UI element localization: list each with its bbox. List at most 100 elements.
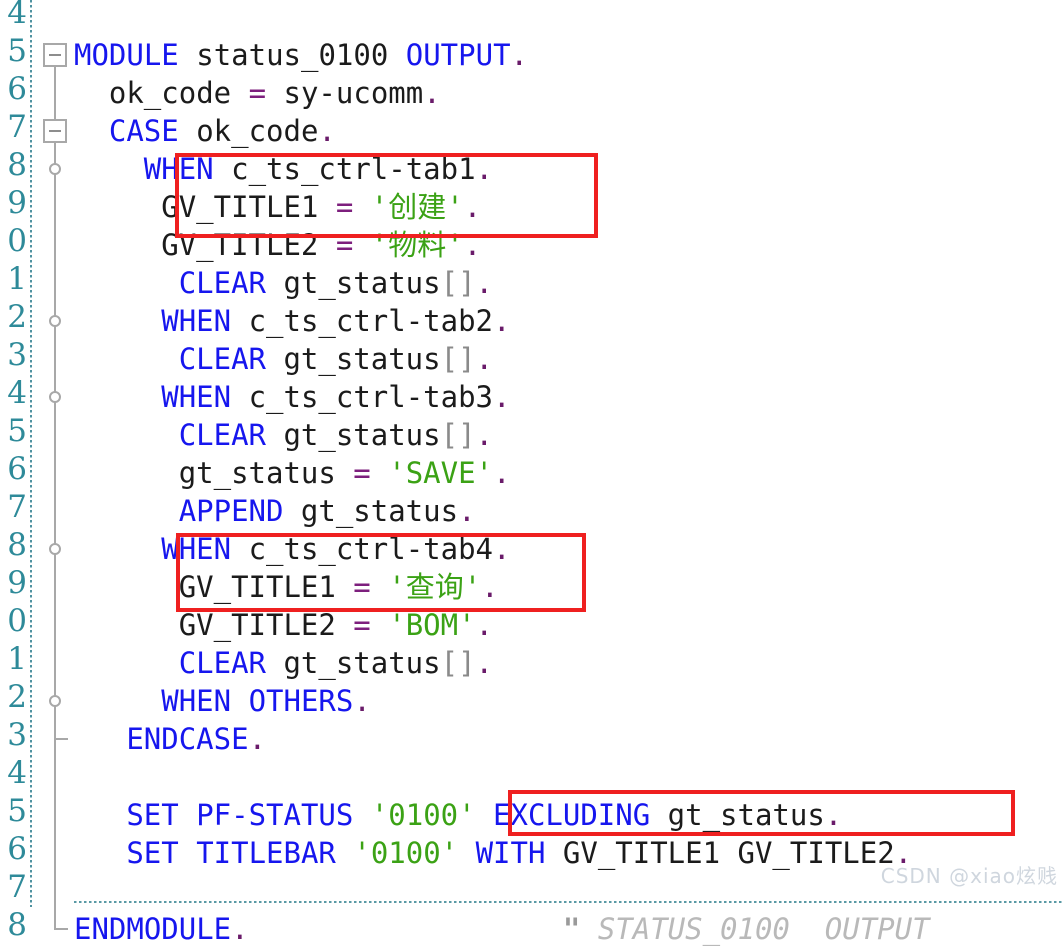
code-token: gt_status (283, 646, 441, 680)
code-token: = (335, 190, 354, 224)
code-token: . (248, 722, 267, 756)
fold-branch-icon[interactable] (49, 391, 61, 403)
code-token: = (335, 228, 354, 262)
code-token: gt_status (178, 456, 336, 490)
code-token: STATUS_0100 OUTPUT (580, 912, 930, 946)
code-line[interactable]: WHEN c_ts_ctrl-tab1. (144, 150, 493, 188)
fold-collapse-icon[interactable] (43, 119, 67, 143)
fold-branch-icon[interactable] (49, 163, 61, 175)
code-token: SET (126, 798, 179, 832)
line-number: 6 (7, 831, 27, 867)
fold-end-icon (54, 928, 68, 930)
code-token: gt_status (300, 494, 459, 528)
code-token: c_ts_ctrl-tab4 (248, 532, 493, 566)
code-line[interactable]: ENDMODULE. " STATUS_0100 OUTPUT (74, 910, 930, 948)
code-token: sy-ucomm (283, 76, 424, 110)
code-line[interactable]: APPEND gt_status. (179, 492, 476, 530)
code-line[interactable]: WHEN c_ts_ctrl-tab4. (161, 530, 510, 568)
code-token: c_ts_ctrl-tab3 (248, 380, 493, 414)
code-token: . (463, 228, 482, 262)
code-line[interactable]: MODULE status_0100 OUTPUT. (74, 36, 528, 74)
code-line[interactable]: WHEN c_ts_ctrl-tab2. (161, 302, 510, 340)
code-token: = (248, 76, 267, 110)
code-line[interactable]: WHEN c_ts_ctrl-tab3. (161, 378, 510, 416)
csdn-watermark: CSDN @xiao炫贱 (880, 864, 1058, 888)
code-token: WHEN (161, 532, 232, 566)
fold-collapse-icon[interactable] (43, 43, 67, 67)
line-number: 4 (7, 755, 27, 791)
code-token: gt_status (283, 266, 441, 300)
code-token: . (475, 646, 493, 680)
code-token: c_ts_ctrl-tab2 (248, 304, 493, 338)
code-token: WHEN (143, 152, 214, 186)
code-line[interactable]: ENDCASE. (126, 720, 266, 758)
code-token: SET (126, 836, 179, 870)
code-token: . (458, 494, 476, 528)
code-line[interactable]: CLEAR gt_status[]. (179, 644, 493, 682)
code-token: '创建' (370, 190, 464, 224)
code-folding-column[interactable] (32, 0, 74, 930)
code-token: . (493, 304, 511, 338)
code-token: gt_status (283, 342, 441, 376)
code-token: CLEAR (178, 418, 266, 452)
line-number: 2 (7, 299, 27, 335)
fold-end-icon (54, 738, 68, 740)
code-token: . (423, 76, 441, 110)
code-line[interactable]: SET PF-STATUS '0100' EXCLUDING gt_status… (126, 796, 842, 834)
fold-branch-icon[interactable] (49, 695, 61, 707)
code-token: TITLEBAR (196, 836, 336, 870)
line-number: 0 (7, 223, 27, 259)
code-token: [] (440, 646, 476, 680)
code-content[interactable]: MODULE status_0100 OUTPUT. ok_code = sy-u… (74, 0, 1064, 946)
code-token: . (493, 456, 511, 490)
code-line[interactable]: WHEN OTHERS. (161, 682, 371, 720)
code-editor[interactable]: 4567890123456789012345678 MODULE status_… (0, 0, 1064, 946)
code-line[interactable]: CLEAR gt_status[]. (179, 264, 493, 302)
line-number: 3 (7, 717, 27, 753)
code-token: GV_TITLE1 (562, 836, 721, 870)
code-token: WHEN (161, 380, 232, 414)
code-line[interactable]: SET TITLEBAR '0100' WITH GV_TITLE1 GV_TI… (126, 834, 912, 872)
code-line[interactable]: ok_code = sy-ucomm. (109, 74, 441, 112)
code-token: gt_status (667, 798, 825, 832)
code-token: 'BOM' (388, 608, 476, 642)
code-token: WHEN (161, 684, 232, 718)
code-token: WHEN (161, 304, 232, 338)
code-line[interactable]: GV_TITLE1 = '查询'. (179, 568, 499, 606)
code-line[interactable]: GV_TITLE1 = '创建'. (161, 188, 481, 226)
code-line[interactable]: GV_TITLE2 = '物料'. (161, 226, 481, 264)
code-token: GV_TITLE1 (161, 190, 319, 224)
code-line[interactable]: CLEAR gt_status[]. (179, 340, 493, 378)
code-line[interactable]: CLEAR gt_status[]. (179, 416, 493, 454)
code-line[interactable]: GV_TITLE2 = 'BOM'. (179, 606, 493, 644)
fold-branch-icon[interactable] (49, 543, 61, 555)
code-token: = (353, 456, 371, 490)
line-number: 0 (7, 603, 27, 639)
fold-branch-icon[interactable] (49, 315, 61, 327)
code-token: . (318, 114, 336, 148)
code-token: [] (440, 266, 476, 300)
code-line[interactable]: gt_status = 'SAVE'. (179, 454, 511, 492)
code-token: [] (440, 342, 476, 376)
code-token: GV_TITLE2 (737, 836, 895, 870)
code-token: " (562, 912, 581, 946)
code-line[interactable]: CASE ok_code. (109, 112, 336, 150)
